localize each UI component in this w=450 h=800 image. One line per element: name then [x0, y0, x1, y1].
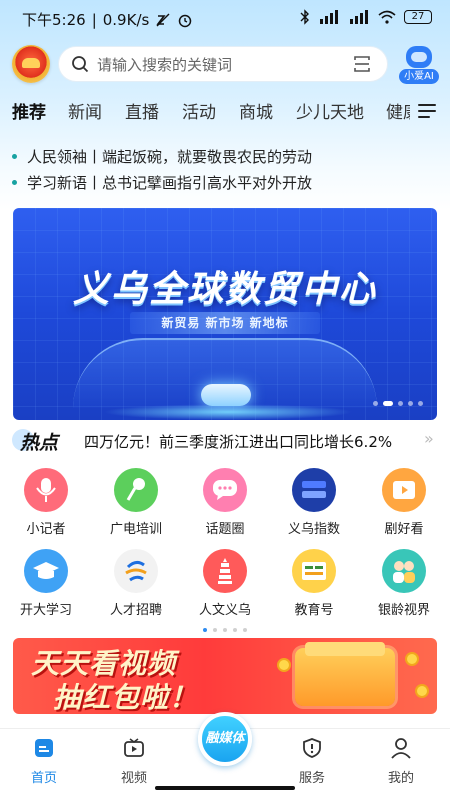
headline-text: 学习新语丨总书记擘画指引高水平对外开放 [27, 174, 313, 192]
tv-icon [124, 738, 144, 757]
ai-assistant-button[interactable]: 小爱AI [398, 43, 440, 85]
category-tabs: 推荐 新闻 直播 活动 商城 少儿天地 健康 [0, 98, 410, 130]
search-icon [72, 56, 89, 73]
nav-services[interactable]: 服务 [282, 737, 342, 786]
coin-icon [277, 658, 291, 672]
alarm-icon [179, 14, 192, 27]
grid-item-drama[interactable]: 剧好看 [364, 468, 444, 538]
banner-pager [373, 401, 423, 406]
tab-recommend[interactable]: 推荐 [12, 98, 46, 123]
menu-icon[interactable] [418, 104, 436, 120]
bluetooth-icon [300, 9, 309, 25]
grid-item-label: 开大学习 [19, 603, 72, 618]
chat-bubble-icon [203, 468, 247, 512]
tab-health[interactable]: 健康 [386, 98, 410, 123]
nav-video[interactable]: 视频 [104, 737, 164, 786]
app-logo[interactable] [12, 45, 50, 83]
banner-carousel[interactable]: 义乌全球数贸中心 新贸易 新市场 新地标 [13, 208, 437, 420]
home-icon [35, 739, 53, 757]
network-speed: 0.9K/s [102, 10, 150, 29]
grid-item-label: 人才招聘 [109, 603, 162, 618]
coin-icon [415, 684, 429, 698]
microphone-icon [24, 468, 68, 512]
grid-item-label: 银龄视界 [377, 603, 430, 618]
tab-events[interactable]: 活动 [182, 98, 216, 123]
hotspot-badge-label: 热点 [20, 432, 59, 454]
headline-text: 人民领袖丨端起饭碗，就要敬畏农民的劳动 [27, 148, 313, 166]
headline-item[interactable]: 学习新语丨总书记擘画指引高水平对外开放 [12, 172, 312, 193]
hotspot-badge: 热点 [12, 428, 76, 454]
mic-training-icon [114, 468, 158, 512]
talent-logo-icon [114, 549, 158, 593]
pagoda-icon [203, 549, 247, 593]
grid-item-open-university[interactable]: 开大学习 [6, 549, 86, 619]
ai-assistant-label: 小爱AI [399, 69, 439, 84]
bullet-dot [12, 180, 17, 185]
shield-icon [303, 738, 321, 758]
tab-news[interactable]: 新闻 [68, 98, 102, 123]
nav-label: 视频 [120, 771, 147, 786]
promo-banner[interactable]: 天天看视频 抽红包啦！ [13, 638, 437, 714]
home-indicator [155, 786, 295, 790]
grid-item-label: 话题圈 [205, 522, 245, 537]
grid-item-label: 教育号 [294, 603, 334, 618]
nav-label: 首页 [30, 771, 57, 786]
scan-icon[interactable] [353, 55, 371, 73]
status-bar: 下午5:26 | 0.9K/s 27 [0, 0, 450, 36]
robot-icon [406, 46, 432, 68]
center-media-button[interactable]: 融媒体 [198, 712, 252, 766]
grid-item-reporter[interactable]: 小记者 [6, 468, 86, 538]
headline-item[interactable]: 人民领袖丨端起饭碗，就要敬畏农民的劳动 [12, 146, 312, 167]
grid-pager [0, 628, 450, 632]
search-input[interactable]: 请输入搜索的关键词 [58, 46, 388, 82]
bullet-dot [12, 154, 17, 159]
graduation-cap-icon [24, 549, 68, 593]
signal-icon [320, 10, 338, 24]
education-icon [292, 549, 336, 593]
battery-indicator: 27 [404, 10, 432, 24]
grid-item-culture[interactable]: 人文义乌 [185, 549, 265, 619]
grid-item-training[interactable]: 广电培训 [96, 468, 176, 538]
tab-live[interactable]: 直播 [125, 98, 159, 123]
banner-glow [103, 404, 353, 420]
nav-label: 我的 [387, 771, 414, 786]
status-separator: | [91, 10, 97, 29]
user-icon [391, 738, 411, 759]
search-placeholder: 请输入搜索的关键词 [97, 55, 233, 74]
tab-kids[interactable]: 少儿天地 [296, 98, 364, 123]
gift-box-icon [295, 642, 395, 706]
status-time: 下午5:26 [22, 11, 86, 29]
nav-label: 服务 [298, 771, 325, 786]
grid-item-label: 义乌指数 [287, 522, 340, 537]
signal-icon-2 [350, 10, 368, 24]
elderly-couple-icon [382, 549, 426, 593]
promo-line-2: 抽红包啦！ [53, 681, 199, 714]
banner-subtitle: 新贸易 新市场 新地标 [130, 312, 320, 334]
grid-item-silver-age[interactable]: 银龄视界 [364, 549, 444, 619]
yiwu-index-icon [292, 468, 336, 512]
grid-item-topics[interactable]: 话题圈 [185, 468, 265, 538]
coin-icon [405, 652, 419, 666]
grid-item-label: 广电培训 [109, 522, 162, 537]
tab-mall[interactable]: 商城 [239, 98, 273, 123]
hotspot-ticker[interactable]: 四万亿元！前三季度浙江进出口同比增长6.2% [84, 431, 414, 452]
film-play-icon [382, 468, 426, 512]
chevron-right-icon[interactable]: » [424, 429, 434, 448]
wifi-icon [378, 10, 396, 24]
grid-item-education[interactable]: 教育号 [274, 549, 354, 619]
grid-item-label: 剧好看 [384, 522, 424, 537]
cloud-icon [201, 384, 251, 406]
grid-item-label: 小记者 [26, 522, 66, 537]
nav-home[interactable]: 首页 [14, 737, 74, 786]
grid-item-label: 人文义乌 [198, 603, 251, 618]
nav-profile[interactable]: 我的 [371, 737, 431, 786]
grid-item-yiwu-index[interactable]: 义乌指数 [274, 468, 354, 538]
banner-title: 义乌全球数贸中心 [72, 269, 377, 310]
do-not-disturb-icon [156, 13, 170, 26]
grid-item-recruitment[interactable]: 人才招聘 [96, 549, 176, 619]
